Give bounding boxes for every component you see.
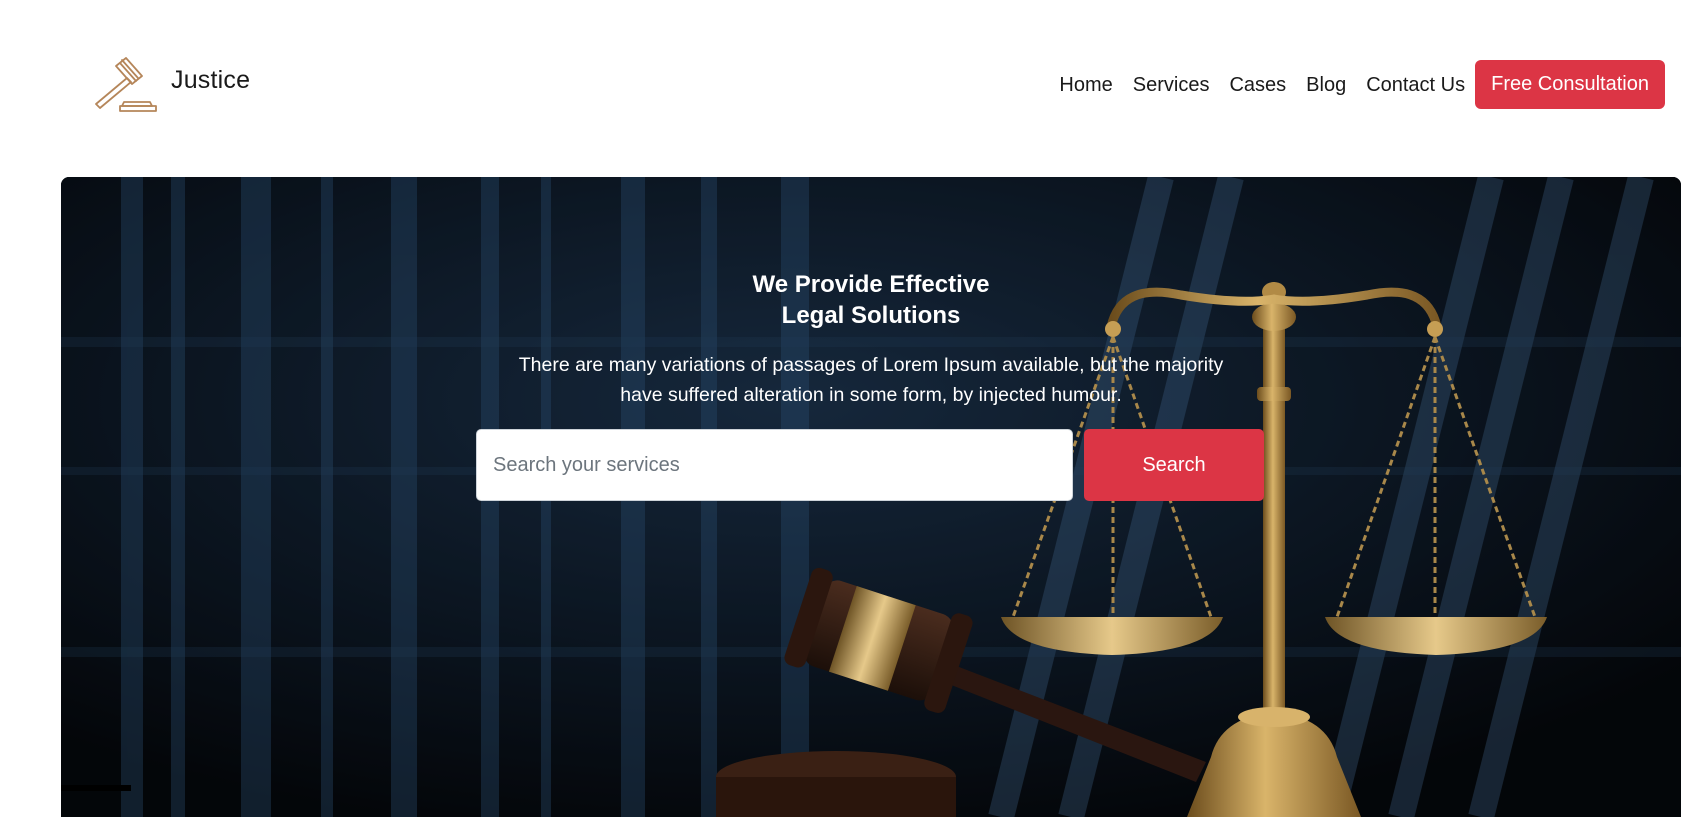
search-button[interactable]: Search [1084,429,1264,501]
nav-contact-us[interactable]: Contact Us [1366,75,1465,95]
free-consultation-button[interactable]: Free Consultation [1475,60,1665,109]
service-search-form: Search [476,429,1264,501]
nav-blog[interactable]: Blog [1306,75,1346,95]
hero-title: We Provide Effective Legal Solutions [61,269,1681,331]
hero-title-line-2: Legal Solutions [781,302,961,329]
main-nav: Home Services Cases Blog Contact Us Free… [1059,60,1665,109]
hero-banner: We Provide Effective Legal Solutions The… [61,177,1681,817]
hero-subtitle-line-1: There are many variations of passages of… [518,354,1224,376]
site-header: Justice Home Services Cases Blog Contact… [0,0,1700,175]
nav-cases[interactable]: Cases [1229,75,1286,95]
brand-name: Justice [171,66,251,94]
nav-services[interactable]: Services [1133,75,1210,95]
nav-home[interactable]: Home [1059,75,1112,95]
hero-subtitle-line-2: have suffered alteration in some form, b… [620,384,1122,406]
hero-title-line-1: We Provide Effective [752,271,990,298]
gavel-icon [95,57,157,112]
hero-subtitle: There are many variations of passages of… [61,350,1681,410]
search-input[interactable] [476,429,1073,501]
brand-logo[interactable]: Justice [94,56,250,112]
